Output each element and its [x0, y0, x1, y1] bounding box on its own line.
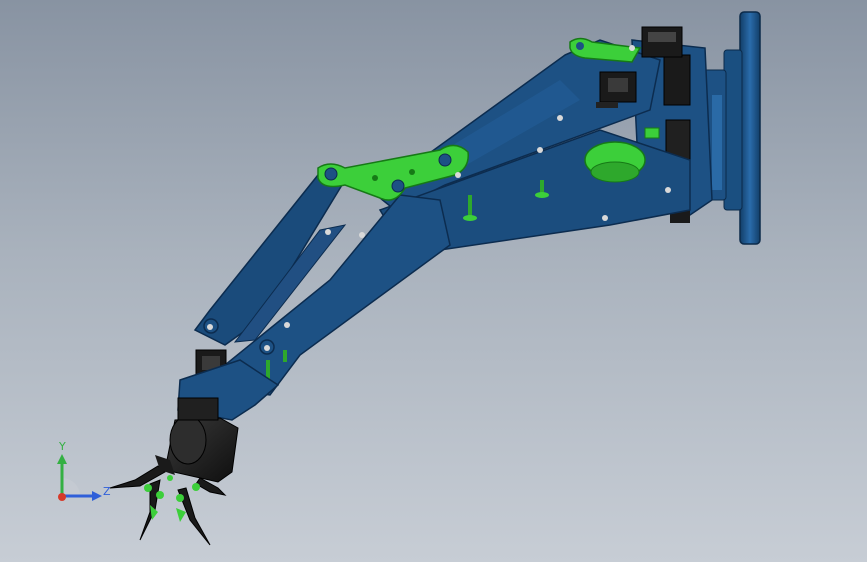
y-axis-label: Y — [59, 440, 66, 453]
x-axis-dot — [58, 493, 66, 501]
coordinate-triad: Y Z — [44, 438, 124, 518]
graphics-viewport[interactable]: Y Z — [0, 0, 867, 562]
coordinate-triad-icon — [57, 454, 102, 501]
z-axis-label: Z — [103, 485, 111, 498]
robot-arm-model[interactable] — [0, 0, 867, 562]
